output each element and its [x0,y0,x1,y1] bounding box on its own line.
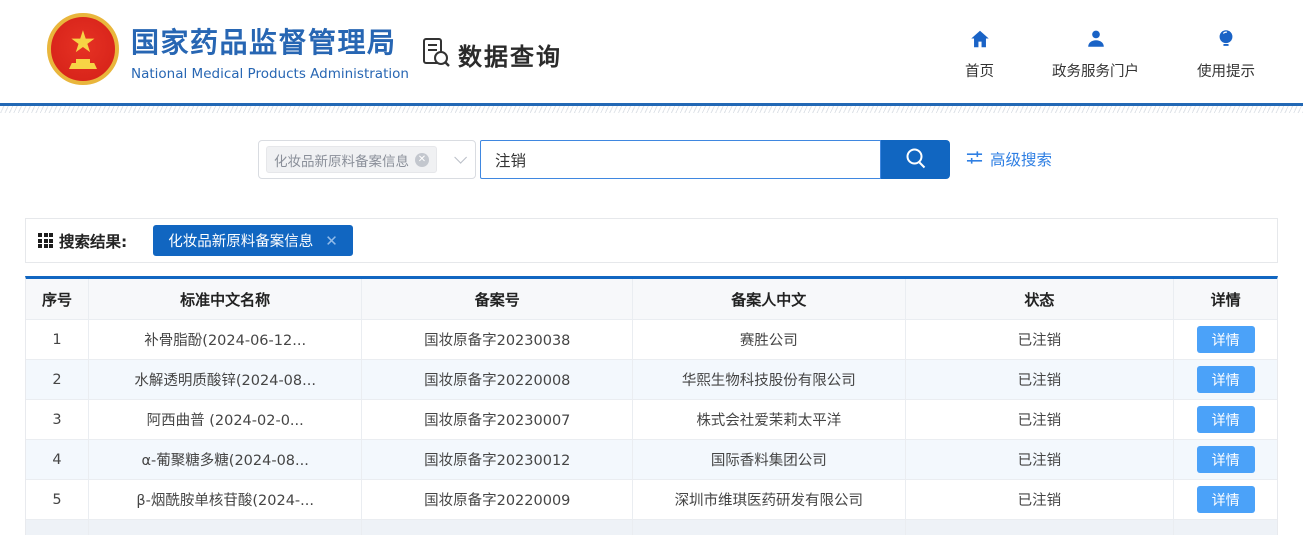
cell-name: 阿西曲普 (2024-02-0... [88,400,363,440]
table-row: 4 α-葡聚糖多糖(2024-08... 国妆原备字20230012 国际香料集… [26,440,1277,480]
header-nav: 首页 政务服务门户 使用提示 [965,28,1255,81]
hatch-texture-band [0,106,1303,113]
partial-next-row [26,520,1277,535]
cell-no: 5 [26,480,89,520]
nav-label: 首页 [965,64,994,80]
cell-registrant: 国际香料集团公司 [633,440,906,480]
cell-status: 已注销 [905,400,1175,440]
cell-status: 已注销 [905,480,1175,520]
results-filter-tag: 化妆品新原料备案信息 ✕ [153,225,353,256]
nav-label: 使用提示 [1197,64,1255,80]
cell-reg-no: 国妆原备字20220008 [362,360,634,400]
category-tag-close-icon[interactable]: ✕ [415,152,429,167]
cell-reg-no: 国妆原备字20230012 [362,440,634,480]
app-title-text: 数据查询 [458,42,562,71]
cell-registrant: 华熙生物科技股份有限公司 [633,360,906,400]
results-table-header: 序号 标准中文名称 备案号 备案人中文 状态 详情 [26,279,1277,320]
nav-item-usage-tips[interactable]: 使用提示 [1197,28,1255,81]
results-filter-tag-close-icon[interactable]: ✕ [325,232,338,250]
cell-name: 补骨脂酚(2024-06-12... [88,320,363,360]
results-table-body: 1 补骨脂酚(2024-06-12... 国妆原备字20230038 赛胜公司 … [26,320,1277,520]
national-emblem-logo: ★ [47,13,119,85]
nav-item-home[interactable]: 首页 [965,28,994,81]
category-tag: 化妆品新原料备案信息 ✕ [266,146,437,173]
detail-button[interactable]: 详情 [1196,446,1255,473]
category-select[interactable]: 化妆品新原料备案信息 ✕ [258,140,476,179]
detail-button[interactable]: 详情 [1196,366,1255,393]
cell-registrant: 株式会社爱茉莉太平洋 [633,400,906,440]
results-table: 序号 标准中文名称 备案号 备案人中文 状态 详情 1 补骨脂酚(2024-06… [25,276,1278,535]
category-tag-label: 化妆品新原料备案信息 [274,153,409,170]
cell-no: 2 [26,360,89,400]
org-name-en: National Medical Products Administration [131,66,409,82]
nav-item-service-portal[interactable]: 政务服务门户 [1052,28,1139,81]
detail-button[interactable]: 详情 [1196,326,1255,353]
grid-icon [38,233,53,248]
detail-button[interactable]: 详情 [1196,486,1255,513]
column-header-registrant: 备案人中文 [633,279,906,320]
results-label: 搜索结果: [59,232,128,251]
column-header-no: 序号 [26,279,89,320]
cell-no: 4 [26,440,89,480]
column-header-name: 标准中文名称 [88,279,363,320]
home-icon [969,28,991,54]
advanced-search-label: 高级搜索 [990,151,1053,169]
chevron-down-icon [454,151,467,164]
org-name-cn: 国家药品监督管理局 [131,26,397,59]
table-row: 5 β-烟酰胺单核苷酸(2024-... 国妆原备字20220009 深圳市维琪… [26,480,1277,520]
cell-reg-no: 国妆原备字20230007 [362,400,634,440]
table-row: 1 补骨脂酚(2024-06-12... 国妆原备字20230038 赛胜公司 … [26,320,1277,360]
advanced-search-link[interactable]: 高级搜索 [966,148,1052,170]
column-header-detail: 详情 [1174,279,1277,320]
cell-status: 已注销 [905,320,1175,360]
column-header-reg-no: 备案号 [362,279,634,320]
org-title-block: 国家药品监督管理局 National Medical Products Admi… [131,21,409,82]
detail-button[interactable]: 详情 [1196,406,1255,433]
cell-reg-no: 国妆原备字20220009 [362,480,634,520]
cell-no: 3 [26,400,89,440]
search-button[interactable] [881,140,950,179]
table-row: 2 水解透明质酸锌(2024-08... 国妆原备字20220008 华熙生物科… [26,360,1277,400]
cell-name: 水解透明质酸锌(2024-08... [88,360,363,400]
cell-status: 已注销 [905,360,1175,400]
app-title: 数据查询 [419,36,562,72]
table-row: 3 阿西曲普 (2024-02-0... 国妆原备字20230007 株式会社爱… [26,400,1277,440]
emblem-star-icon: ★ [69,25,97,60]
cell-status: 已注销 [905,440,1175,480]
emblem-gate-icon [69,59,97,69]
bulb-icon [1215,28,1237,54]
cell-registrant: 赛胜公司 [633,320,906,360]
cell-no: 1 [26,320,89,360]
cell-registrant: 深圳市维琪医药研发有限公司 [633,480,906,520]
user-icon [1085,28,1107,54]
column-header-status: 状态 [905,279,1175,320]
data-query-icon [419,36,451,72]
filter-sliders-icon [966,149,983,170]
search-icon [903,145,929,174]
cell-reg-no: 国妆原备字20230038 [362,320,634,360]
nav-label: 政务服务门户 [1052,64,1139,80]
results-filter-tag-label: 化妆品新原料备案信息 [168,234,314,250]
results-bar: 搜索结果: 化妆品新原料备案信息 ✕ [25,218,1278,263]
page-header: ★ 国家药品监督管理局 National Medical Products Ad… [0,0,1303,103]
cell-name: α-葡聚糖多糖(2024-08... [88,440,363,480]
search-input[interactable] [480,140,881,179]
cell-name: β-烟酰胺单核苷酸(2024-... [88,480,363,520]
